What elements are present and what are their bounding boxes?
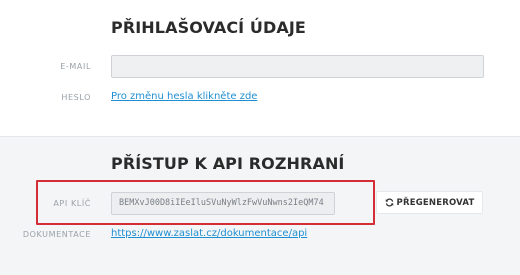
regenerate-button-label: PŘEGENEROVAT: [396, 197, 475, 208]
regenerate-button[interactable]: PŘEGENEROVAT: [376, 191, 483, 214]
login-credentials-section: PŘIHLAŠOVACÍ ÚDAJE E-MAIL HESLO Pro změn…: [0, 0, 520, 137]
password-label: HESLO: [61, 93, 91, 102]
api-section-title: PŘÍSTUP K API ROZHRANÍ: [111, 154, 345, 173]
api-key-field[interactable]: BEMXvJ00D8iIEeIluSVuNyWlzFwVuNwns2IeQM74: [111, 192, 335, 215]
email-field[interactable]: [111, 55, 484, 78]
change-password-link[interactable]: Pro změnu hesla klikněte zde: [111, 91, 257, 102]
login-section-title: PŘIHLAŠOVACÍ ÚDAJE: [111, 18, 306, 37]
email-label: E-MAIL: [60, 62, 91, 71]
api-docs-link[interactable]: https://www.zaslat.cz/dokumentace/api: [111, 228, 307, 239]
refresh-icon: [385, 198, 394, 207]
docs-label: DOKUMENTACE: [22, 230, 91, 239]
api-key-label: API KLÍČ: [53, 199, 91, 208]
api-access-section: PŘÍSTUP K API ROZHRANÍ API KLÍČ BEMXvJ00…: [0, 137, 520, 275]
